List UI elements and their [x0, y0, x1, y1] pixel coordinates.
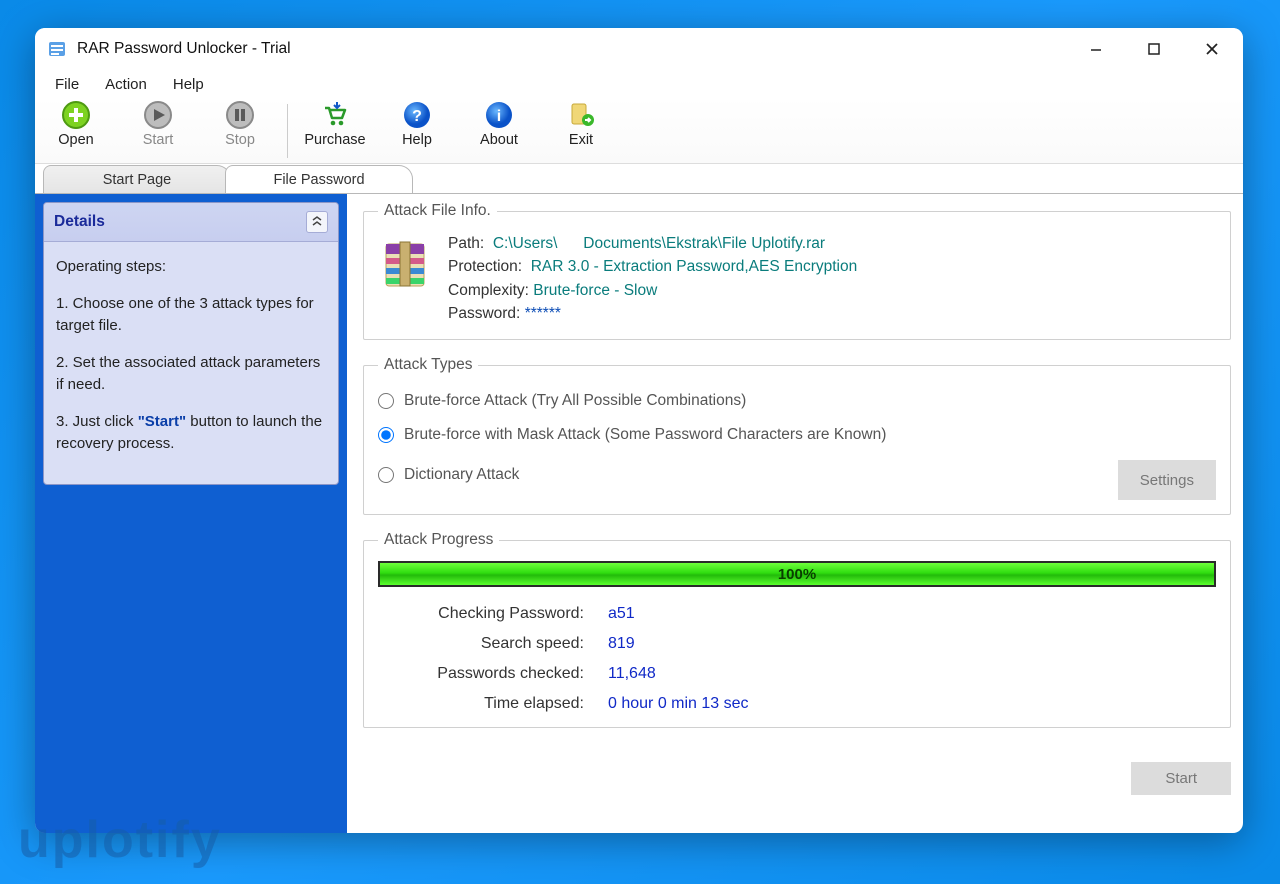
- tab-start-page[interactable]: Start Page: [43, 165, 231, 193]
- main-area: Attack File Info. Path: C:\Users\ Docume…: [347, 194, 1243, 833]
- footer-buttons: Start: [363, 744, 1231, 795]
- tool-stop[interactable]: Stop: [199, 100, 281, 148]
- svg-text:?: ?: [412, 108, 422, 125]
- toolbar-divider: [287, 104, 288, 158]
- chevron-collapse-icon[interactable]: [306, 211, 328, 233]
- checking-label: Checking Password:: [378, 605, 608, 623]
- checked-value: 11,648: [608, 665, 1216, 683]
- tool-help[interactable]: ? Help: [376, 100, 458, 148]
- tool-start[interactable]: Start: [117, 100, 199, 148]
- radio-dictionary-input[interactable]: [378, 467, 394, 483]
- menu-action[interactable]: Action: [93, 74, 159, 95]
- details-panel: Details Operating steps: 1. Choose one o…: [43, 202, 339, 485]
- details-title: Details: [54, 213, 105, 231]
- radio-dictionary[interactable]: Dictionary Attack: [378, 466, 519, 484]
- tool-purchase-label: Purchase: [304, 132, 365, 148]
- tool-purchase[interactable]: Purchase: [294, 100, 376, 148]
- progress-legend: Attack Progress: [378, 531, 499, 549]
- start-button[interactable]: Start: [1131, 762, 1231, 795]
- progress-bar: 100%: [378, 561, 1216, 587]
- info-icon: i: [484, 100, 514, 130]
- speed-value: 819: [608, 635, 1216, 653]
- step-3: 3. Just click "Start" button to launch t…: [56, 411, 326, 456]
- menu-help[interactable]: Help: [161, 74, 216, 95]
- tool-about[interactable]: i About: [458, 100, 540, 148]
- progress-group: Attack Progress 100% Checking Password: …: [363, 531, 1231, 728]
- tool-help-label: Help: [402, 132, 432, 148]
- toolbar: Open Start Stop Purchase ? Help i About …: [35, 98, 1243, 164]
- settings-button[interactable]: Settings: [1118, 460, 1216, 500]
- elapsed-label: Time elapsed:: [378, 695, 608, 713]
- tool-open[interactable]: Open: [35, 100, 117, 148]
- sidebar: Details Operating steps: 1. Choose one o…: [35, 194, 347, 833]
- steps-heading: Operating steps:: [56, 256, 326, 279]
- tool-start-label: Start: [143, 132, 174, 148]
- step-2: 2. Set the associated attack parameters …: [56, 352, 326, 397]
- tool-stop-label: Stop: [225, 132, 255, 148]
- file-info-legend: Attack File Info.: [378, 202, 497, 220]
- details-body: Operating steps: 1. Choose one of the 3 …: [44, 242, 338, 484]
- radio-brute-force-input[interactable]: [378, 393, 394, 409]
- watermark: uplotify: [18, 810, 222, 870]
- rar-icon: [378, 236, 432, 290]
- progress-percent: 100%: [778, 566, 816, 583]
- radio-mask-input[interactable]: [378, 427, 394, 443]
- attack-types-group: Attack Types Brute-force Attack (Try All…: [363, 356, 1231, 515]
- progress-stats: Checking Password: a51 Search speed: 819…: [378, 605, 1216, 713]
- maximize-button[interactable]: [1125, 28, 1183, 70]
- elapsed-value: 0 hour 0 min 13 sec: [608, 695, 1216, 713]
- cart-icon: [320, 100, 350, 130]
- open-icon: [61, 100, 91, 130]
- tool-exit[interactable]: Exit: [540, 100, 622, 148]
- radio-brute-force[interactable]: Brute-force Attack (Try All Possible Com…: [378, 392, 1216, 410]
- tab-strip: Start Page File Password: [35, 164, 1243, 194]
- radio-mask[interactable]: Brute-force with Mask Attack (Some Passw…: [378, 426, 1216, 444]
- tool-about-label: About: [480, 132, 518, 148]
- close-button[interactable]: [1183, 28, 1241, 70]
- window-title: RAR Password Unlocker - Trial: [77, 40, 291, 58]
- menu-file[interactable]: File: [43, 74, 91, 95]
- tool-exit-label: Exit: [569, 132, 593, 148]
- checked-label: Passwords checked:: [378, 665, 608, 683]
- start-icon: [143, 100, 173, 130]
- window-controls: [1067, 28, 1241, 70]
- titlebar: RAR Password Unlocker - Trial: [35, 28, 1243, 70]
- details-panel-header[interactable]: Details: [44, 203, 338, 242]
- menubar: File Action Help: [35, 70, 1243, 98]
- file-info-lines: Path: C:\Users\ Documents\Ekstrak\File U…: [448, 232, 857, 325]
- checking-value: a51: [608, 605, 1216, 623]
- app-icon: [47, 39, 67, 59]
- svg-text:i: i: [497, 108, 501, 125]
- help-icon: ?: [402, 100, 432, 130]
- tool-open-label: Open: [58, 132, 93, 148]
- attack-types-legend: Attack Types: [378, 356, 478, 374]
- speed-label: Search speed:: [378, 635, 608, 653]
- exit-icon: [566, 100, 596, 130]
- file-info-group: Attack File Info. Path: C:\Users\ Docume…: [363, 202, 1231, 340]
- minimize-button[interactable]: [1067, 28, 1125, 70]
- step-1: 1. Choose one of the 3 attack types for …: [56, 293, 326, 338]
- tab-file-password[interactable]: File Password: [225, 165, 413, 193]
- stop-icon: [225, 100, 255, 130]
- app-window: RAR Password Unlocker - Trial File Actio…: [35, 28, 1243, 833]
